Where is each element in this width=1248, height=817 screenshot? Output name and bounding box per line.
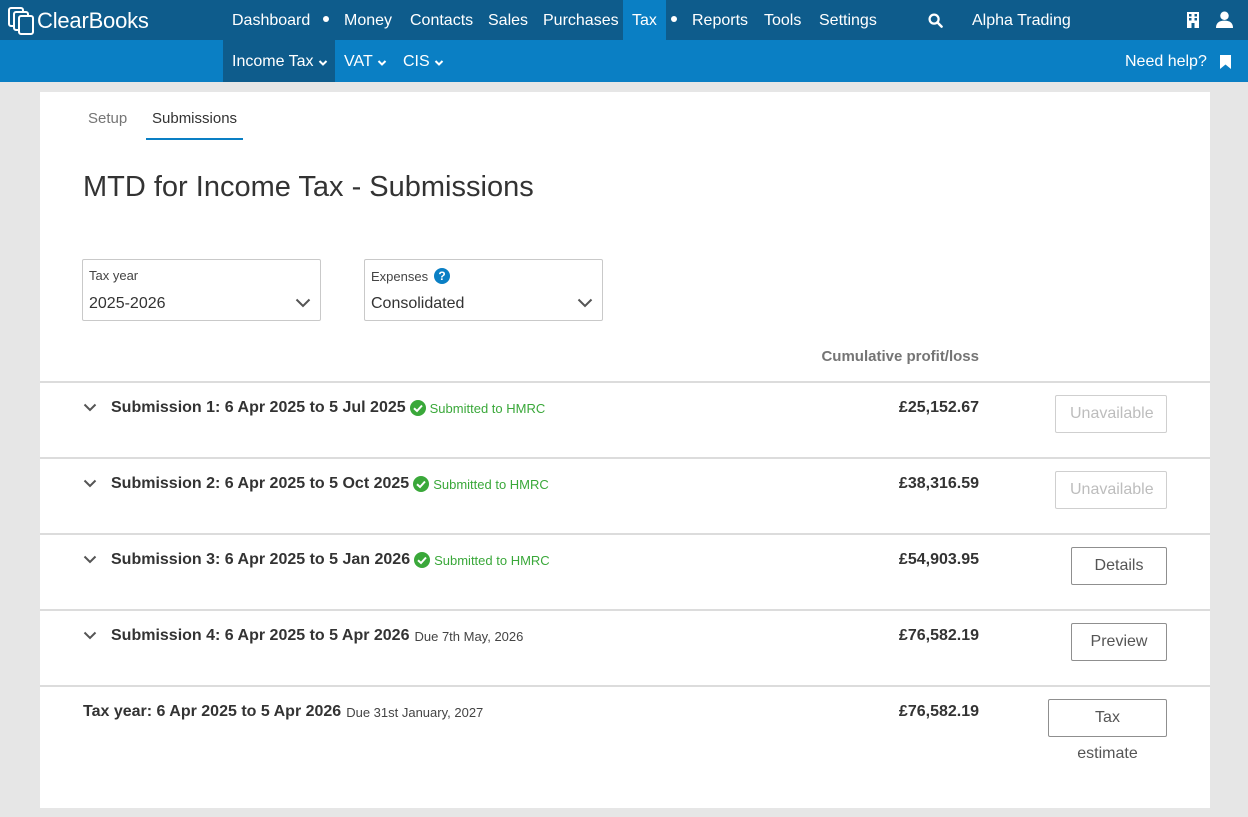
chevron-down-icon	[318, 59, 327, 66]
tax-year-total-row: Tax year: 6 Apr 2025 to 5 Apr 2026 Due 3…	[40, 685, 1210, 762]
submission-label: Submission 2: 6 Apr 2025 to 5 Oct 2025 S…	[111, 475, 549, 493]
chevron-down-icon	[377, 59, 386, 66]
profit-amount: £38,316.59	[898, 475, 979, 492]
tab-setup[interactable]: Setup	[88, 110, 127, 140]
expenses-value: Consolidated	[371, 295, 465, 312]
submission-period: Submission 3: 6 Apr 2025 to 5 Jan 2026	[111, 551, 411, 568]
submission-label: Submission 3: 6 Apr 2025 to 5 Jan 2026 S…	[111, 551, 550, 569]
unavailable-button[interactable]: Unavailable	[1055, 471, 1167, 509]
nav-money[interactable]: Money	[344, 0, 392, 40]
submission-label: Submission 1: 6 Apr 2025 to 5 Jul 2025 S…	[111, 399, 545, 417]
nav-tax[interactable]: Tax	[623, 0, 666, 40]
subnav-income-tax-label: Income Tax	[232, 52, 314, 70]
status-text: Submitted to HMRC	[433, 476, 549, 492]
nav-contacts[interactable]: Contacts	[410, 0, 473, 40]
profit-amount: £25,152.67	[898, 399, 979, 416]
status-text: Submitted to HMRC	[434, 552, 550, 568]
table-row: Submission 1: 6 Apr 2025 to 5 Jul 2025 S…	[40, 381, 1210, 457]
nav-dashboard[interactable]: Dashboard	[232, 0, 310, 40]
subnav-cis[interactable]: CIS	[403, 40, 444, 82]
nav-purchases[interactable]: Purchases	[543, 0, 619, 40]
chevron-down-icon[interactable]	[83, 555, 97, 564]
nav-separator-dot	[671, 16, 677, 22]
need-help-link[interactable]: Need help?	[1125, 40, 1207, 82]
sub-navigation-bar: Income Tax VAT CIS Need help?	[0, 40, 1248, 82]
tax-year-select[interactable]: Tax year 2025-2026	[82, 259, 321, 321]
main-card: Setup Submissions MTD for Income Tax - S…	[40, 92, 1210, 808]
nav-tools[interactable]: Tools	[764, 0, 801, 40]
status-badge: Submitted to HMRC	[414, 552, 550, 568]
chevron-down-icon	[577, 298, 593, 308]
check-circle-icon	[414, 552, 431, 568]
chevron-down-icon[interactable]	[83, 479, 97, 488]
table-row: Submission 2: 6 Apr 2025 to 5 Oct 2025 S…	[40, 457, 1210, 533]
cumulative-profit-loss-header: Cumulative profit/loss	[821, 348, 979, 365]
subnav-vat-label: VAT	[344, 52, 373, 70]
nav-separator-dot	[323, 16, 329, 22]
tax-year-period: Tax year: 6 Apr 2025 to 5 Apr 2026	[83, 703, 342, 720]
status-badge: Submitted to HMRC	[413, 476, 549, 492]
help-question-icon[interactable]: ?	[434, 268, 451, 284]
search-icon[interactable]	[928, 13, 943, 28]
submission-label: Submission 4: 6 Apr 2025 to 5 Apr 2026 D…	[111, 627, 523, 645]
top-navigation-bar: ClearBooks Dashboard Money Contacts Sale…	[0, 0, 1248, 40]
nav-settings[interactable]: Settings	[819, 0, 877, 40]
submission-period: Submission 4: 6 Apr 2025 to 5 Apr 2026	[111, 627, 410, 644]
expenses-label-wrap: Expenses ?	[371, 268, 451, 284]
profit-amount: £54,903.95	[898, 551, 979, 568]
due-date: Due 7th May, 2026	[414, 628, 524, 644]
clearbooks-logo[interactable]: ClearBooks	[8, 6, 149, 36]
table-row: Submission 3: 6 Apr 2025 to 5 Jan 2026 S…	[40, 533, 1210, 609]
chevron-down-icon[interactable]	[83, 403, 97, 412]
profit-amount: £76,582.19	[898, 627, 979, 644]
expenses-label: Expenses	[371, 268, 429, 284]
chevron-down-icon[interactable]	[83, 631, 97, 640]
status-text: Submitted to HMRC	[429, 400, 546, 416]
preview-button[interactable]: Preview	[1071, 623, 1167, 661]
subnav-income-tax[interactable]: Income Tax	[223, 40, 335, 82]
subnav-cis-label: CIS	[403, 52, 430, 70]
status-badge: Submitted to HMRC	[409, 400, 546, 416]
due-date: Due 31st January, 2027	[346, 704, 484, 720]
nav-reports[interactable]: Reports	[692, 0, 748, 40]
submission-period: Submission 1: 6 Apr 2025 to 5 Jul 2025	[111, 399, 406, 416]
brand-name: ClearBooks	[37, 8, 149, 33]
tax-year-label: Tax year	[89, 268, 139, 283]
check-circle-icon	[409, 400, 426, 416]
company-name[interactable]: Alpha Trading	[972, 0, 1071, 40]
check-circle-icon	[413, 476, 430, 492]
chevron-down-icon	[295, 298, 311, 308]
bookmark-icon[interactable]	[1220, 55, 1231, 69]
building-icon[interactable]	[1187, 12, 1199, 28]
tax-estimate-button[interactable]: Tax estimate	[1048, 699, 1167, 762]
subnav-vat[interactable]: VAT	[344, 40, 387, 82]
logo-mark-icon	[8, 7, 34, 35]
profit-amount: £76,582.19	[898, 703, 979, 720]
expenses-select[interactable]: Expenses ? Consolidated	[364, 259, 603, 321]
unavailable-button[interactable]: Unavailable	[1055, 395, 1167, 433]
table-row: Submission 4: 6 Apr 2025 to 5 Apr 2026 D…	[40, 609, 1210, 685]
chevron-down-icon	[434, 59, 443, 66]
details-button[interactable]: Details	[1071, 547, 1167, 585]
page-title: MTD for Income Tax - Submissions	[83, 171, 534, 203]
tax-year-label: Tax year: 6 Apr 2025 to 5 Apr 2026 Due 3…	[83, 703, 483, 721]
tab-submissions[interactable]: Submissions	[146, 110, 244, 140]
user-icon[interactable]	[1216, 11, 1233, 28]
nav-sales[interactable]: Sales	[488, 0, 528, 40]
tax-year-value: 2025-2026	[89, 295, 166, 312]
submission-period: Submission 2: 6 Apr 2025 to 5 Oct 2025	[111, 475, 410, 492]
